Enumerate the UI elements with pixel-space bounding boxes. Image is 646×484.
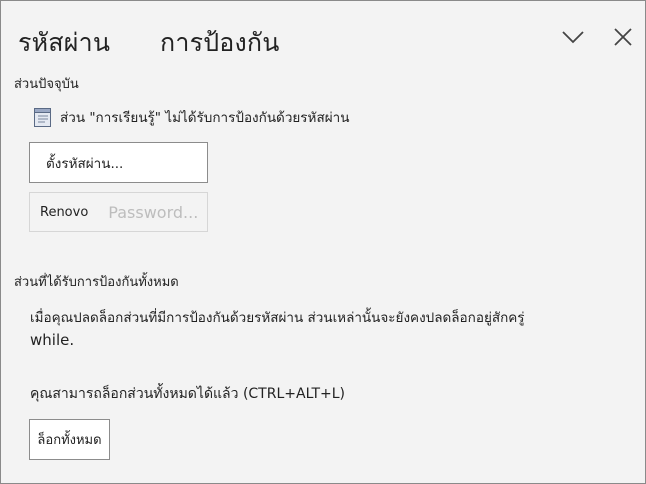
- unlock-description-line2: while.: [30, 331, 75, 349]
- unlock-description-line1: เมื่อคุณปลดล็อกส่วนที่มีการป้องกันด้วยรห…: [30, 310, 525, 326]
- section-notebook-icon: [34, 108, 51, 127]
- chevron-down-icon: [562, 31, 584, 44]
- collapse-pane-button[interactable]: [559, 23, 587, 51]
- section-status: ส่วน "การเรียนรู้" ไม่ได้รับการป้องกันด้…: [33, 106, 349, 128]
- all-protected-heading: ส่วนที่ได้รับการป้องกันทั้งหมด: [14, 275, 179, 290]
- set-password-label: ตั้งรหัสผ่าน...: [46, 155, 124, 172]
- change-password-label-part2: Password...: [108, 202, 199, 222]
- pane-title-part1: รหัสผ่าน: [18, 28, 111, 57]
- current-section-heading: ส่วนปัจจุบัน: [14, 77, 79, 92]
- unlock-description: เมื่อคุณปลดล็อกส่วนที่มีการป้องกันด้วยรห…: [30, 307, 620, 351]
- close-icon: [614, 28, 632, 46]
- pane-title-part2: การป้องกัน: [160, 28, 280, 57]
- lock-shortcut-text: คุณสามารถล็อกส่วนทั้งหมดได้แล้ว (CTRL+AL…: [30, 386, 345, 402]
- password-protection-pane: รหัสผ่าน การป้องกัน ส่วนปัจจุบัน ส่วน "ก…: [0, 0, 646, 484]
- lock-all-button[interactable]: ล็อกทั้งหมด: [29, 419, 110, 460]
- set-password-button[interactable]: ตั้งรหัสผ่าน...: [29, 142, 208, 183]
- change-password-label-part1: Renovo: [40, 204, 89, 220]
- pane-header: รหัสผ่าน การป้องกัน: [1, 1, 645, 67]
- section-status-text: ส่วน "การเรียนรู้" ไม่ได้รับการป้องกันด้…: [60, 110, 350, 126]
- lock-all-label: ล็อกทั้งหมด: [37, 433, 102, 448]
- close-pane-button[interactable]: [609, 23, 637, 51]
- change-password-button[interactable]: Renovo Password...: [29, 192, 208, 232]
